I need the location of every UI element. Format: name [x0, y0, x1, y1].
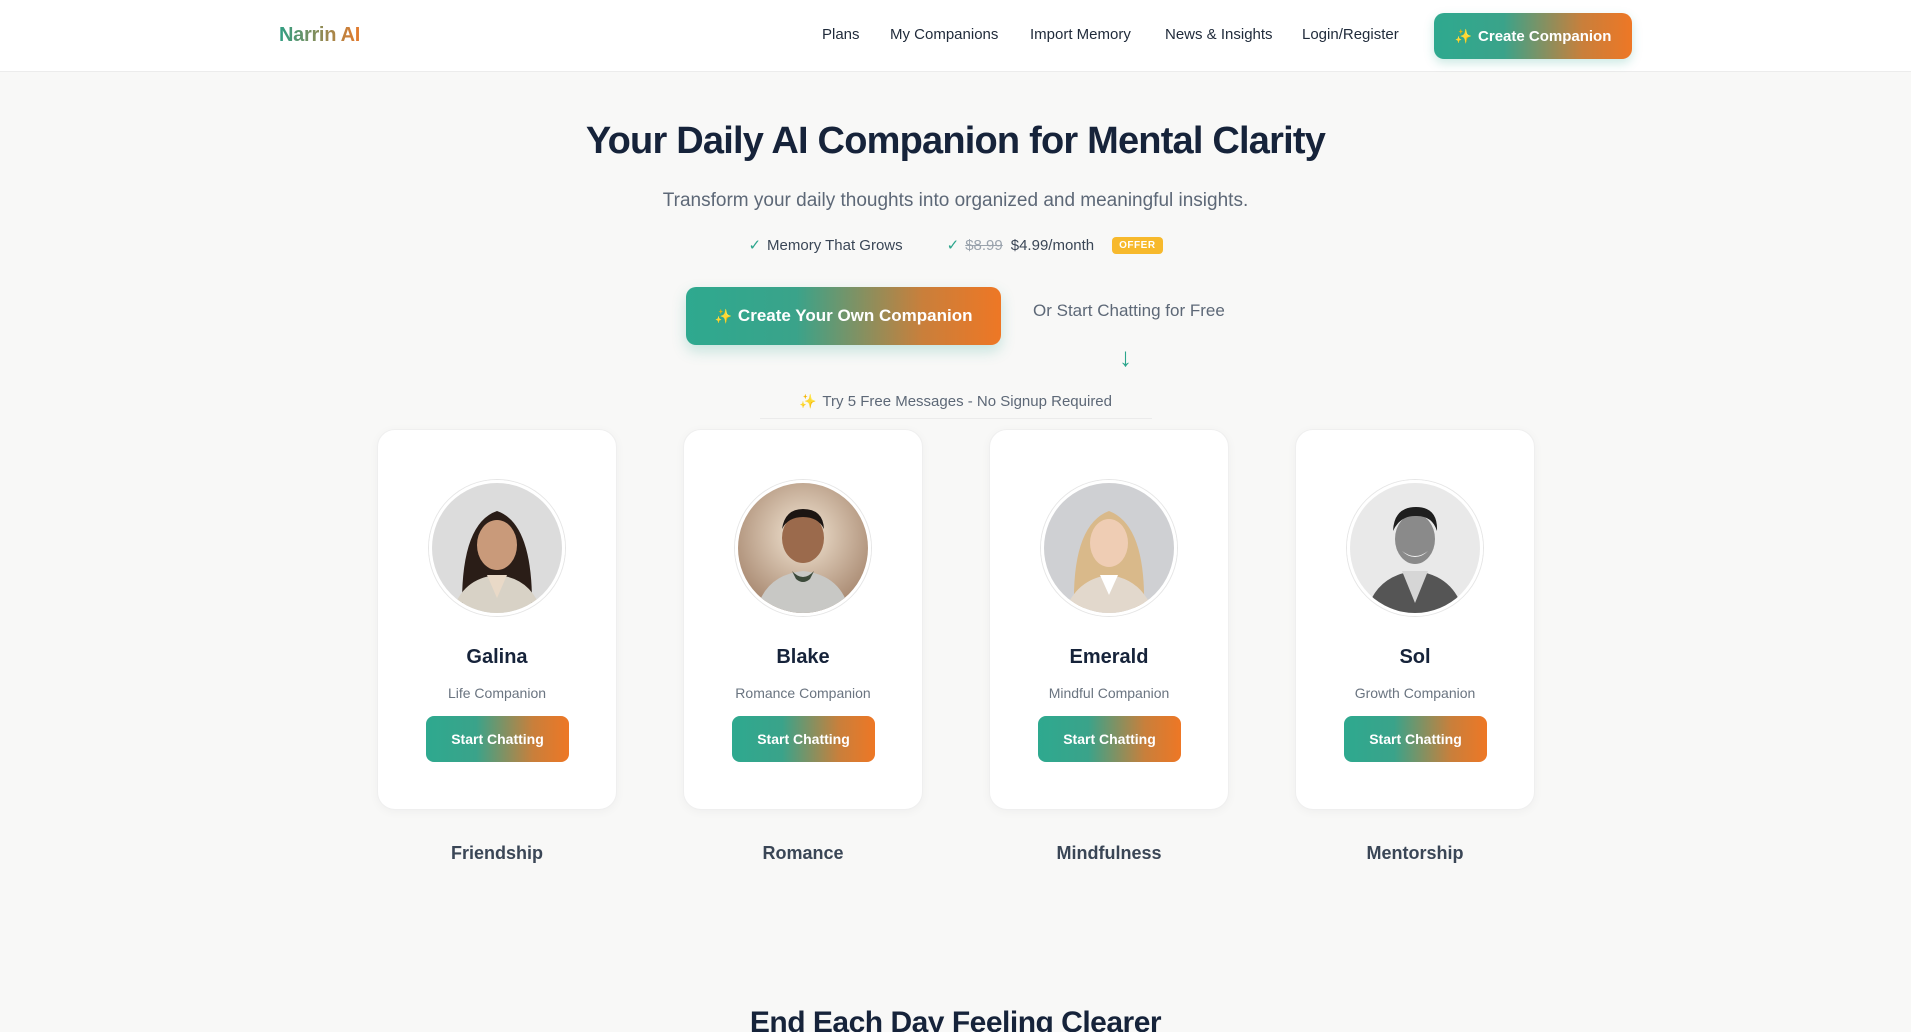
divider — [760, 418, 1152, 419]
start-chatting-button[interactable]: Start Chatting — [426, 716, 569, 762]
companion-name: Sol — [1399, 646, 1431, 668]
sparkle-icon: ✨ — [714, 307, 732, 324]
sparkle-icon: ✨ — [1454, 27, 1473, 44]
section-title: End Each Day Feeling Clearer — [749, 1006, 1162, 1032]
start-chatting-button[interactable]: Start Chatting — [1344, 716, 1487, 762]
hero-title: Your Daily AI Companion for Mental Clari… — [585, 120, 1326, 162]
feature-row: ✓ Memory That Grows ✓ $8.99 $4.99/month OFF… — [0, 236, 1911, 254]
offer-badge: OFFER — [1112, 236, 1163, 254]
price-old: $8.99 — [965, 237, 1003, 254]
nav-link-login-register[interactable]: Login/Register — [1302, 26, 1399, 43]
companion-card-sol: Sol Growth Companion Start Chatting — [1295, 429, 1535, 810]
nav-link-my-companions[interactable]: My Companions — [890, 26, 998, 43]
hero-subtitle: Transform your daily thoughts into organ… — [662, 190, 1249, 211]
companion-role: Mindful Companion — [1048, 685, 1170, 701]
feature-price: ✓ $8.99 $4.99/month — [947, 236, 1095, 254]
avatar — [1347, 480, 1483, 616]
price-new: $4.99/month — [1010, 237, 1095, 254]
feature-memory: ✓ Memory That Grows — [748, 236, 902, 254]
nav-link-plans[interactable]: Plans — [822, 26, 860, 43]
companion-card-blake: Blake Romance Companion Start Chatting — [683, 429, 923, 810]
companion-name: Galina — [466, 646, 528, 668]
create-own-companion-button[interactable]: ✨ Create Your Own Companion — [686, 287, 1001, 345]
avatar — [1041, 480, 1177, 616]
companion-role: Growth Companion — [1354, 685, 1476, 701]
nav-link-news-insights[interactable]: News & Insights — [1165, 26, 1273, 43]
category-label: Mentorship — [1366, 843, 1464, 863]
free-messages-note: ✨ Try 5 Free Messages - No Signup Require… — [0, 393, 1911, 410]
companion-name: Blake — [776, 646, 830, 668]
companion-role: Life Companion — [447, 685, 547, 701]
companion-role: Romance Companion — [735, 685, 871, 701]
top-navbar: Narrin AI Plans My Companions Import Mem… — [0, 0, 1911, 72]
create-companion-label: Create Companion — [1478, 27, 1612, 45]
start-chatting-button[interactable]: Start Chatting — [1038, 716, 1181, 762]
avatar — [429, 480, 565, 616]
feature-memory-label: Memory That Grows — [767, 237, 903, 254]
sparkle-icon: ✨ — [798, 393, 817, 409]
check-icon: ✓ — [946, 237, 960, 254]
free-messages-label: Try 5 Free Messages - No Signup Required — [822, 393, 1112, 410]
nav-link-import-memory[interactable]: Import Memory — [1030, 26, 1131, 43]
create-own-companion-label: Create Your Own Companion — [737, 306, 973, 325]
logo[interactable]: Narrin AI — [279, 24, 360, 47]
start-chatting-button[interactable]: Start Chatting — [732, 716, 875, 762]
category-label: Friendship — [450, 843, 543, 863]
create-companion-button[interactable]: ✨ Create Companion — [1434, 13, 1632, 59]
category-label: Romance — [762, 843, 844, 863]
companion-name: Emerald — [1069, 646, 1149, 668]
start-chatting-free-text: Or Start Chatting for Free — [1033, 301, 1225, 320]
companion-card-emerald: Emerald Mindful Companion Start Chatting — [989, 429, 1229, 810]
category-label: Mindfulness — [1056, 843, 1162, 863]
check-icon: ✓ — [748, 237, 762, 254]
avatar — [735, 480, 871, 616]
companion-card-galina: Galina Life Companion Start Chatting — [377, 429, 617, 810]
arrow-down-icon: ↓ — [1119, 342, 1132, 372]
